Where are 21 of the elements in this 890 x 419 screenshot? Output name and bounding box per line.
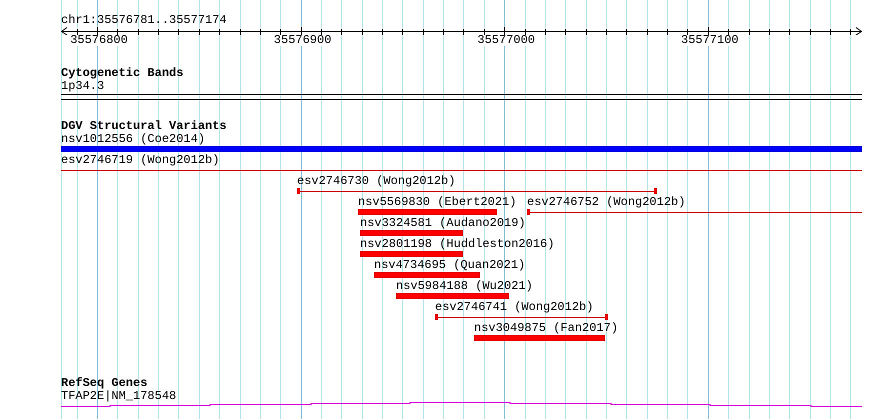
track-title: Cytogenetic Bands [61,67,184,80]
ruler-title: chr1:35576781..35577174 [61,14,227,27]
track-title: RefSeq Genes [61,377,148,390]
variant-label: nsv1012556 (Coe2014) [61,133,206,146]
variant-label: nsv3049875 (Fan2017) [474,322,618,335]
tick-label: 35576800 [70,35,128,46]
variant-label: esv2746752 (Wong2012b) [527,196,686,209]
track-title: DGV Structural Variants [61,120,227,133]
variant-label: nsv3324581 (Audano2019) [360,217,526,230]
variant-label: nsv2801198 (Huddleston2016) [360,238,554,251]
band-label: 1p34.3 [61,80,104,93]
tick-label: 35576900 [274,35,332,46]
variant-label: nsv4734695 (Quan2021) [374,259,526,272]
variant-label: esv2746719 (Wong2012b) [61,154,220,167]
variant-label: nsv5569830 (Ebert2021) [358,196,516,209]
gene-label: TFAP2E|NM_178548 [61,390,176,402]
variant-label: nsv5984188 (Wu2021) [396,280,533,293]
variant-label: esv2746730 (Wong2012b) [297,175,456,188]
tick-label: 35577100 [681,35,739,46]
tick-label: 35577000 [477,35,535,46]
variant-label: esv2746741 (Wong2012b) [435,301,594,314]
